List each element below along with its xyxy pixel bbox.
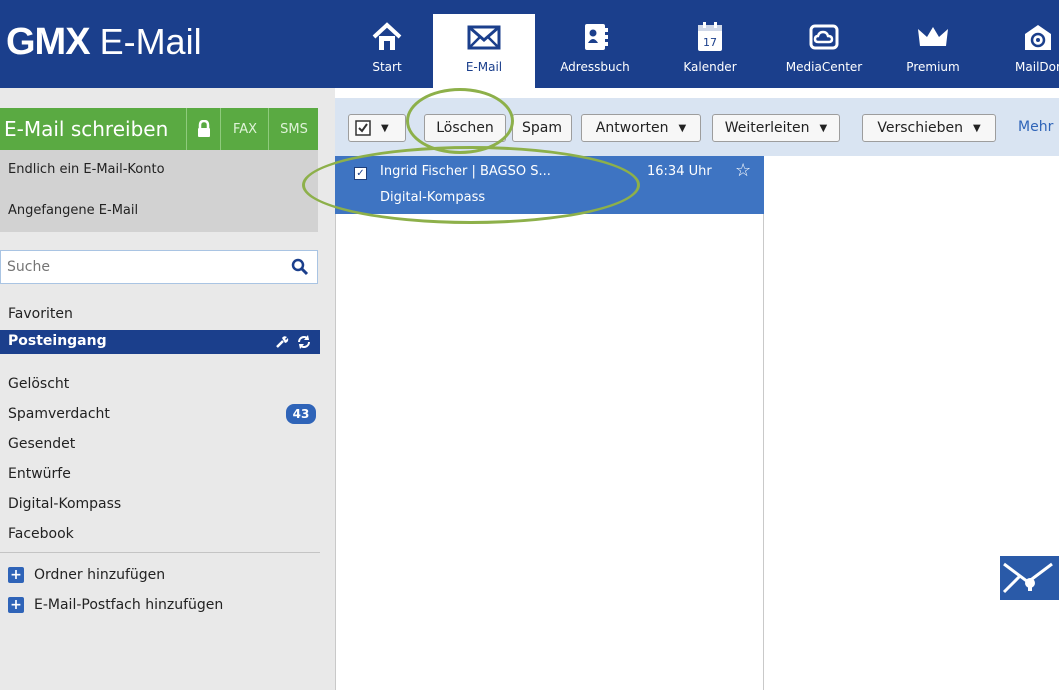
calendar-day: 17 bbox=[703, 36, 717, 49]
folder-sent[interactable]: Gesendet bbox=[8, 436, 75, 452]
folder-drafts[interactable]: Entwürfe bbox=[8, 466, 71, 482]
nav-mediacenter[interactable]: MediaCenter bbox=[768, 14, 880, 88]
spam-button[interactable]: Spam bbox=[512, 114, 572, 142]
message-checkbox[interactable]: ✓ bbox=[354, 167, 367, 180]
folder-inbox[interactable]: Posteingang bbox=[0, 330, 320, 354]
nav-email[interactable]: E-Mail bbox=[433, 14, 535, 88]
brand-product: E-Mail bbox=[99, 21, 202, 62]
cloud-icon bbox=[809, 24, 839, 50]
divider bbox=[186, 108, 187, 150]
sms-button[interactable]: SMS bbox=[272, 108, 316, 150]
add-folder-label: Ordner hinzufügen bbox=[34, 567, 166, 583]
forward-label: Weiterleiten bbox=[724, 120, 810, 136]
mail-toolbar: ▼ Löschen Spam Antworten ▼ Weiterleiten … bbox=[335, 98, 1059, 156]
delete-button[interactable]: Löschen bbox=[424, 114, 506, 142]
wrench-icon[interactable] bbox=[274, 334, 290, 350]
search-icon[interactable] bbox=[291, 258, 309, 276]
secure-mail-icon[interactable] bbox=[1000, 556, 1059, 600]
fax-button[interactable]: FAX bbox=[224, 108, 266, 150]
nav-label: Premium bbox=[906, 60, 960, 74]
quick-links: Endlich ein E-Mail-Konto Angefangene E-M… bbox=[0, 150, 318, 232]
nav-maildomain[interactable]: MailDor bbox=[1008, 14, 1059, 88]
message-time: 16:34 Uhr bbox=[647, 164, 712, 179]
spam-count-badge: 43 bbox=[286, 404, 316, 424]
add-mailbox-link[interactable]: + E-Mail-Postfach hinzufügen bbox=[8, 595, 223, 615]
home-icon bbox=[372, 22, 402, 50]
envelope-icon bbox=[467, 25, 501, 50]
refresh-icon[interactable] bbox=[296, 334, 312, 350]
folder-facebook[interactable]: Facebook bbox=[8, 526, 74, 542]
forward-dropdown[interactable]: Weiterleiten ▼ bbox=[712, 114, 840, 142]
folder-spam[interactable]: Spamverdacht bbox=[8, 406, 110, 422]
message-subject: Digital-Kompass bbox=[380, 190, 486, 205]
chevron-down-icon: ▼ bbox=[678, 122, 687, 134]
crown-icon bbox=[918, 27, 948, 46]
divider bbox=[268, 108, 269, 150]
search-box bbox=[0, 250, 318, 284]
message-list bbox=[335, 156, 764, 690]
nav-label: Kalender bbox=[683, 60, 737, 74]
at-sign-icon bbox=[1025, 25, 1051, 50]
nav-address-book[interactable]: Adressbuch bbox=[548, 14, 642, 88]
compose-bar: E-Mail schreiben FAX SMS bbox=[0, 108, 318, 150]
nav-start[interactable]: Start bbox=[357, 14, 417, 88]
brand-name: GMX bbox=[6, 20, 91, 63]
quick-link-new-account[interactable]: Endlich ein E-Mail-Konto bbox=[8, 162, 165, 177]
chevron-down-icon: ▼ bbox=[381, 122, 389, 134]
nav-label: MailDor bbox=[1015, 60, 1059, 74]
add-mailbox-label: E-Mail-Postfach hinzufügen bbox=[34, 597, 224, 613]
lock-icon[interactable] bbox=[190, 108, 218, 150]
search-input[interactable] bbox=[1, 251, 277, 283]
folder-deleted[interactable]: Gelöscht bbox=[8, 376, 69, 392]
star-icon[interactable]: ☆ bbox=[735, 160, 751, 181]
nav-calendar[interactable]: 17 Kalender bbox=[670, 14, 750, 88]
nav-premium[interactable]: Premium bbox=[896, 14, 970, 88]
nav-label: Start bbox=[372, 60, 402, 74]
calendar-icon: 17 bbox=[698, 22, 722, 51]
address-book-icon bbox=[585, 24, 608, 50]
checkbox-icon bbox=[355, 120, 371, 136]
top-navigation-bar: GMX E-Mail Start E-Mail Adressbuch 17 Ka… bbox=[0, 0, 1059, 88]
reply-dropdown[interactable]: Antworten ▼ bbox=[581, 114, 701, 142]
divider bbox=[220, 108, 221, 150]
move-dropdown[interactable]: Verschieben ▼ bbox=[862, 114, 996, 142]
message-row[interactable]: ✓ Ingrid Fischer | BAGSO S... 16:34 Uhr … bbox=[335, 156, 764, 214]
gmx-logo[interactable]: GMX E-Mail bbox=[6, 20, 202, 64]
folder-digital-kompass[interactable]: Digital-Kompass bbox=[8, 496, 121, 512]
nav-label: E-Mail bbox=[465, 60, 503, 74]
reply-label: Antworten bbox=[595, 120, 669, 136]
plus-icon: + bbox=[8, 597, 24, 613]
nav-label: Adressbuch bbox=[560, 60, 630, 74]
folder-favorites[interactable]: Favoriten bbox=[8, 306, 73, 322]
chevron-down-icon: ▼ bbox=[972, 122, 981, 134]
nav-label: MediaCenter bbox=[785, 60, 863, 74]
plus-icon: + bbox=[8, 567, 24, 583]
quick-link-drafts[interactable]: Angefangene E-Mail bbox=[8, 203, 138, 218]
compose-button[interactable]: E-Mail schreiben bbox=[4, 117, 168, 141]
message-sender: Ingrid Fischer | BAGSO S... bbox=[380, 164, 551, 179]
select-all-dropdown[interactable]: ▼ bbox=[348, 114, 406, 142]
chevron-down-icon: ▼ bbox=[819, 122, 828, 134]
sidebar-divider bbox=[0, 552, 320, 553]
more-link[interactable]: Mehr bbox=[1018, 119, 1053, 135]
folder-inbox-label: Posteingang bbox=[8, 333, 107, 349]
add-folder-link[interactable]: + Ordner hinzufügen bbox=[8, 565, 165, 585]
move-label: Verschieben bbox=[877, 120, 963, 136]
